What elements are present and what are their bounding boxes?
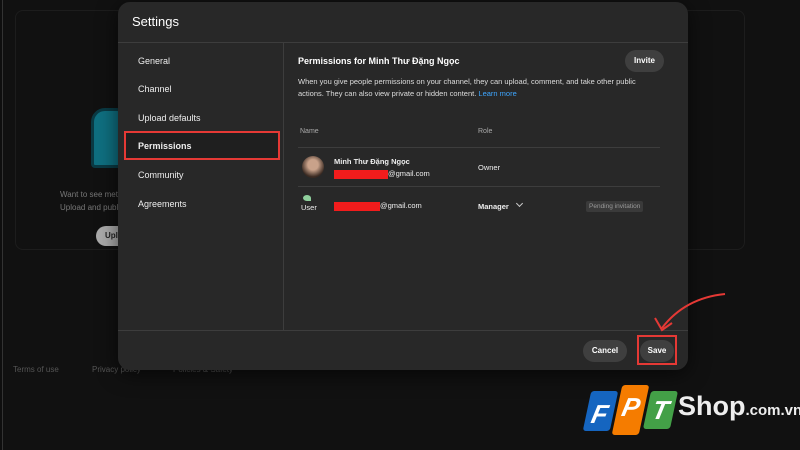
divider [118, 330, 688, 331]
sidebar-item-general[interactable]: General [138, 56, 170, 66]
sidebar-item-community[interactable]: Community [138, 170, 184, 180]
permissions-description: When you give people permissions on your… [298, 77, 636, 98]
column-header-name: Name [300, 128, 319, 135]
sidebar-item-agreements[interactable]: Agreements [138, 199, 187, 209]
member-role: Owner [478, 163, 501, 172]
member-name: Minh Thư Đặng Ngọc [334, 157, 410, 166]
save-highlight-box [637, 335, 677, 365]
permissions-title: Permissions for Minh Thư Đặng Ngọc [298, 56, 460, 66]
redaction [334, 169, 388, 179]
role-dropdown[interactable]: Manager [478, 199, 523, 211]
sidebar-item-permissions[interactable]: Permissions [124, 131, 280, 160]
cancel-button[interactable]: Cancel [583, 340, 627, 362]
footer-terms-link[interactable]: Terms of use [13, 365, 59, 374]
dialog-title: Settings [132, 14, 179, 29]
member-email: @gmail.com [334, 169, 430, 179]
user-icon [303, 195, 311, 201]
arrow-annotation [654, 293, 726, 332]
status-badge: Pending invitation [586, 201, 644, 212]
avatar [302, 156, 324, 178]
member-email: @gmail.com [334, 201, 422, 211]
table-row: User @gmail.com Manager Pending invitati… [298, 186, 660, 226]
sidebar-item-channel[interactable]: Channel [138, 84, 172, 94]
column-header-role: Role [478, 128, 493, 135]
table-row: Minh Thư Đặng Ngọc @gmail.com Owner [298, 147, 660, 186]
logo-shop-text: Shop.com.vn [678, 391, 800, 421]
settings-dialog: Settings General Channel Upload defaults… [118, 2, 688, 370]
redaction [334, 201, 380, 211]
sidebar-item-upload-defaults[interactable]: Upload defaults [138, 113, 201, 123]
settings-sidebar: General Channel Upload defaults Permissi… [118, 42, 284, 330]
invite-button[interactable]: Invite [625, 50, 664, 72]
empty-state-subtext: Upload and publis [60, 203, 125, 212]
empty-state-text: Want to see metri [60, 190, 123, 199]
chevron-down-icon [515, 199, 523, 208]
member-name: User [301, 203, 317, 212]
learn-more-link[interactable]: Learn more [478, 89, 516, 98]
